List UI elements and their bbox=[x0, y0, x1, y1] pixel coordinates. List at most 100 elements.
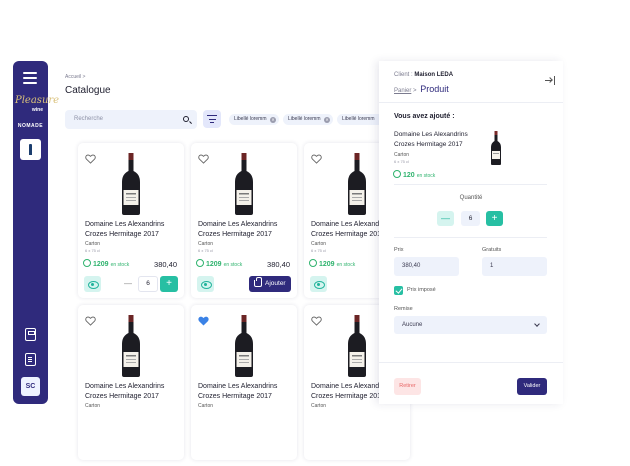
heart-icon[interactable] bbox=[198, 151, 209, 164]
discount-value: Aucune bbox=[402, 322, 423, 328]
heart-icon[interactable] bbox=[85, 151, 96, 164]
filter-chip[interactable]: Libellé loremm ✕ bbox=[229, 114, 279, 125]
check-circle-icon bbox=[309, 259, 317, 267]
stock-indicator: 1209 en stock bbox=[196, 259, 243, 268]
quantity-input[interactable]: 6 bbox=[461, 211, 480, 226]
stock-count: 1209 bbox=[319, 260, 335, 268]
document-icon[interactable] bbox=[25, 353, 36, 366]
close-icon[interactable]: ✕ bbox=[270, 116, 276, 123]
eye-icon[interactable] bbox=[310, 276, 327, 292]
panel-product-name: Domaine Les Alexandrins Crozes Hermitage… bbox=[394, 131, 468, 148]
wine-bottle-image bbox=[233, 153, 255, 215]
panel-stock-label: en stock bbox=[416, 172, 436, 179]
imposed-price-label: Prix imposé bbox=[407, 287, 436, 293]
eye-icon[interactable] bbox=[84, 276, 101, 292]
divider bbox=[394, 184, 547, 185]
stock-label: en stock bbox=[110, 261, 130, 268]
logo-nomade: NOMADE bbox=[17, 123, 44, 129]
wine-bottle-image bbox=[233, 315, 255, 377]
product-panel: Client : Maison LEDA Panier > Produit Vo… bbox=[379, 61, 563, 404]
remove-button[interactable]: Retirer bbox=[394, 378, 421, 395]
filter-chip-label: Libellé loremm bbox=[288, 116, 321, 122]
check-circle-icon bbox=[196, 259, 204, 267]
increment-button[interactable]: + bbox=[160, 276, 178, 292]
logo-script: Pleasure bbox=[15, 95, 60, 106]
heart-icon[interactable] bbox=[311, 151, 322, 164]
price-label: Prix bbox=[394, 247, 404, 253]
product-size: 6 x 75 cl bbox=[311, 248, 326, 253]
filter-button[interactable] bbox=[203, 110, 221, 128]
avatar[interactable]: SC bbox=[21, 377, 40, 396]
filter-chip[interactable]: Libellé loremm ✕ bbox=[283, 114, 333, 125]
client-label: Client : bbox=[394, 72, 413, 78]
panel-product-size: 6 x 75 cl bbox=[394, 159, 409, 164]
heart-icon[interactable] bbox=[311, 313, 322, 326]
product-card[interactable]: Domaine Les Alexandrins Crozes Hermitage… bbox=[191, 143, 297, 298]
breadcrumb-cart-link[interactable]: Panier bbox=[394, 88, 411, 94]
product-card[interactable]: Domaine Les Alexandrins Crozes Hermitage… bbox=[78, 305, 184, 460]
panel-stock: 120 en stock bbox=[393, 170, 436, 179]
filter-chip-label: Libellé loremm bbox=[342, 116, 375, 122]
stock-indicator: 1209 en stock bbox=[309, 259, 356, 268]
logo-wine: wine bbox=[31, 107, 43, 113]
collapse-panel-icon[interactable] bbox=[545, 76, 555, 85]
quantity-stepper[interactable]: —6 + bbox=[120, 276, 178, 292]
breadcrumb-separator: > bbox=[413, 88, 417, 94]
close-icon[interactable]: ✕ bbox=[324, 116, 330, 123]
filter-chip-label: Libellé loremm bbox=[234, 116, 267, 122]
wine-bottle-image bbox=[346, 315, 368, 377]
wine-bottle-image bbox=[491, 131, 501, 165]
breadcrumb[interactable]: Accueil > bbox=[65, 74, 85, 80]
wine-bottle-image bbox=[120, 315, 142, 377]
add-to-cart-button[interactable]: Ajouter bbox=[249, 276, 291, 292]
heart-filled-icon[interactable] bbox=[198, 313, 209, 326]
check-circle-icon bbox=[83, 259, 91, 267]
panel-breadcrumb: Panier > Produit bbox=[394, 84, 449, 94]
product-conditioning: Carton bbox=[85, 241, 101, 247]
client-info: Client : Maison LEDA bbox=[394, 72, 453, 78]
wine-bottle-image bbox=[346, 153, 368, 215]
stock-indicator: 1209 en stock bbox=[83, 259, 130, 268]
product-name: Domaine Les Alexandrins Crozes Hermitage… bbox=[198, 221, 278, 238]
stock-label: en stock bbox=[336, 261, 356, 268]
calculator-icon[interactable] bbox=[25, 328, 36, 341]
price-input[interactable]: 380,40 bbox=[394, 257, 459, 276]
client-logo[interactable] bbox=[20, 139, 41, 160]
product-price: 380,40 bbox=[154, 260, 177, 269]
quantity-decrement-button[interactable]: — bbox=[437, 211, 454, 226]
discount-label: Remise bbox=[394, 306, 413, 312]
product-name: Domaine Les Alexandrins Crozes Hermitage… bbox=[85, 221, 165, 238]
search-placeholder: Recherche bbox=[74, 116, 104, 122]
stock-count: 1209 bbox=[206, 260, 222, 268]
product-card[interactable]: Domaine Les Alexandrins Crozes Hermitage… bbox=[191, 305, 297, 460]
heart-icon[interactable] bbox=[85, 313, 96, 326]
product-size: 6 x 75 cl bbox=[198, 248, 213, 253]
added-title: Vous avez ajouté : bbox=[394, 113, 455, 120]
panel-product-conditioning: Carton bbox=[394, 152, 410, 158]
divider bbox=[379, 362, 563, 363]
product-size: 6 x 75 cl bbox=[85, 248, 100, 253]
product-conditioning: Carton bbox=[311, 241, 327, 247]
free-input[interactable]: 1 bbox=[482, 257, 547, 276]
product-card[interactable]: Domaine Les Alexandrins Crozes Hermitage… bbox=[78, 143, 184, 298]
breadcrumb-current: Produit bbox=[420, 84, 449, 94]
search-input[interactable]: Recherche bbox=[65, 110, 197, 129]
menu-icon[interactable] bbox=[23, 72, 37, 84]
client-name: Maison LEDA bbox=[414, 72, 454, 78]
chevron-down-icon bbox=[534, 321, 540, 327]
divider bbox=[379, 102, 563, 103]
stock-label: en stock bbox=[223, 261, 243, 268]
quantity-increment-button[interactable]: + bbox=[486, 211, 503, 226]
discount-select[interactable]: Aucune bbox=[394, 316, 547, 334]
check-circle-icon bbox=[393, 170, 401, 178]
sidebar: Pleasure wine NOMADE SC bbox=[13, 61, 60, 404]
basket-icon bbox=[254, 277, 262, 287]
quantity-label: Quantité bbox=[459, 195, 483, 201]
imposed-price-checkbox[interactable] bbox=[394, 286, 403, 295]
divider bbox=[394, 237, 547, 238]
search-icon[interactable] bbox=[183, 116, 189, 122]
validate-button[interactable]: Valider bbox=[517, 378, 547, 395]
eye-icon[interactable] bbox=[197, 276, 214, 292]
quantity-input[interactable]: 6 bbox=[138, 276, 158, 292]
decrement-button[interactable]: — bbox=[120, 276, 136, 292]
